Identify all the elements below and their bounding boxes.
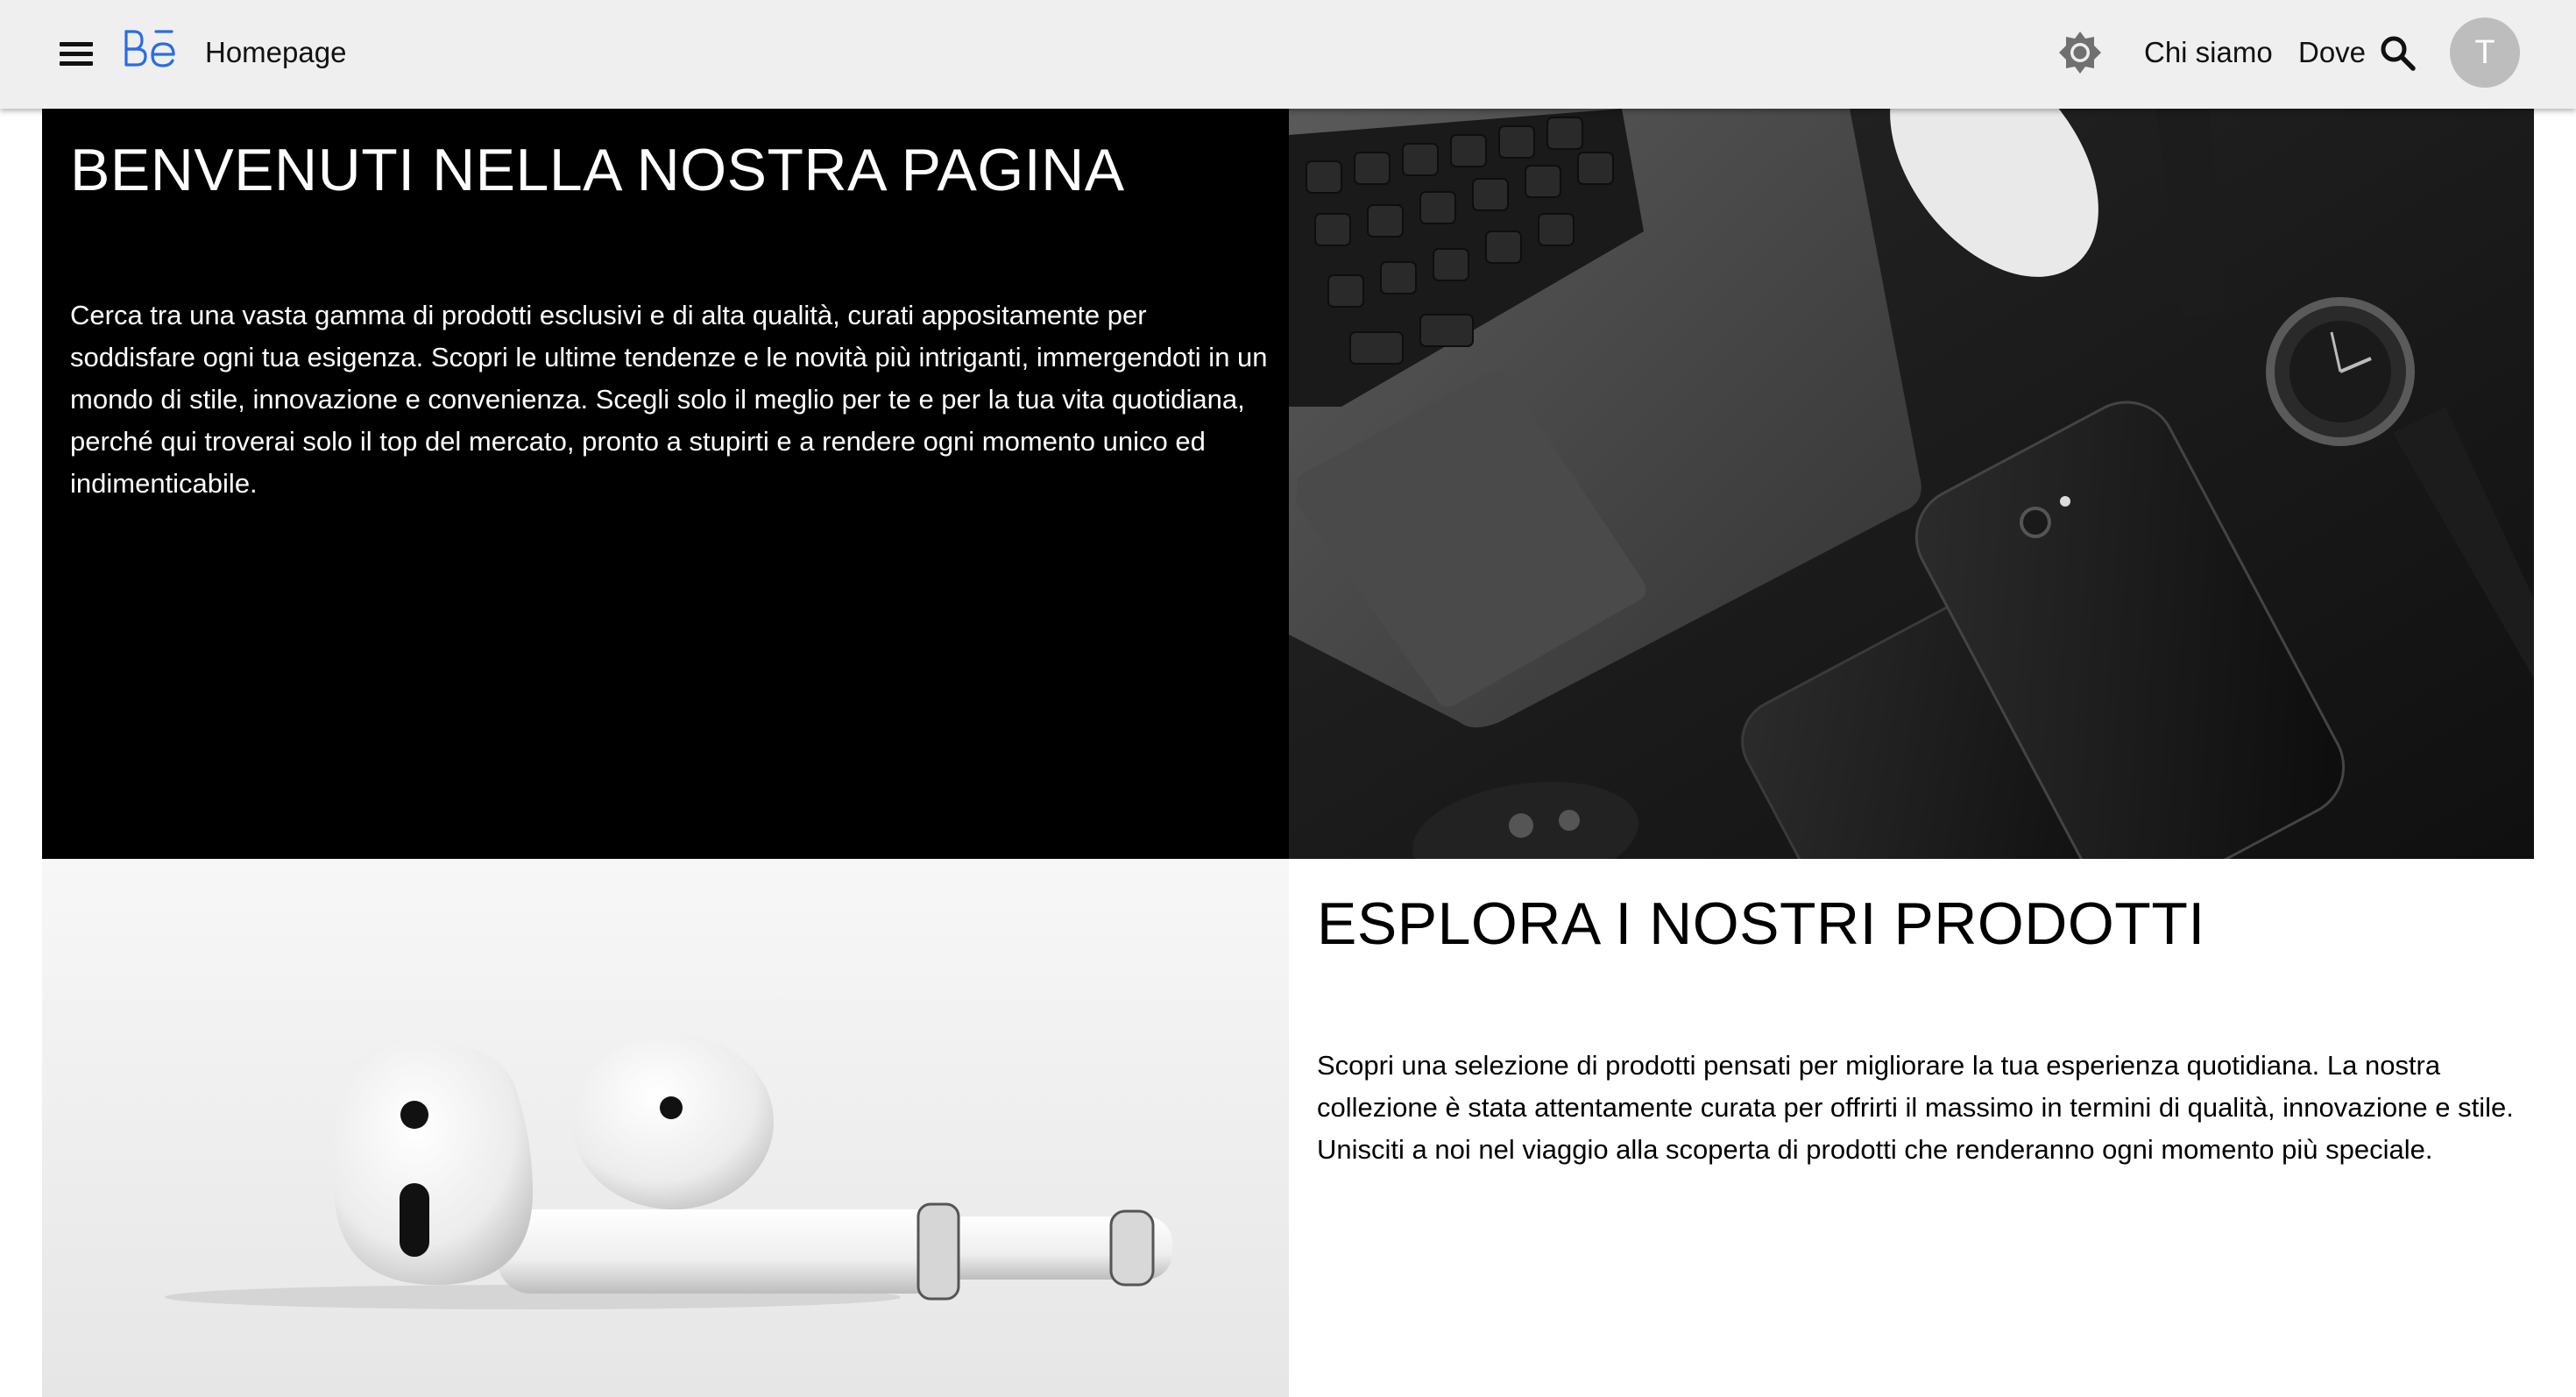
user-avatar[interactable]: T [2450, 18, 2520, 88]
page-title: Homepage [205, 36, 347, 68]
app-bar: Homepage Chi siamo Dove T [0, 0, 2576, 109]
nav-link-chi-siamo[interactable]: Chi siamo [2144, 33, 2273, 72]
products-title: ESPLORA I NOSTRI PRODOTTI [1317, 890, 2205, 957]
hero-section: BENVENUTI NELLA NOSTRA PAGINA Cerca tra … [42, 109, 1289, 859]
brightness-icon[interactable] [2056, 28, 2105, 77]
hamburger-menu-icon[interactable] [54, 33, 98, 75]
hero-image-laptop-phones-watch [1289, 109, 2534, 859]
hero-description: Cerca tra una vasta gamma di prodotti es… [70, 300, 1268, 499]
nav-link-dove[interactable]: Dove [2298, 33, 2366, 72]
products-section: ESPLORA I NOSTRI PRODOTTI Scopri una sel… [1289, 859, 2534, 1397]
hero-title: BENVENUTI NELLA NOSTRA PAGINA [70, 137, 1125, 203]
search-icon[interactable] [2376, 32, 2420, 75]
products-description: Scopri una selezione di prodotti pensati… [1317, 1050, 2514, 1165]
airpods-image [42, 859, 1289, 1397]
behance-logo-icon[interactable] [123, 25, 179, 74]
